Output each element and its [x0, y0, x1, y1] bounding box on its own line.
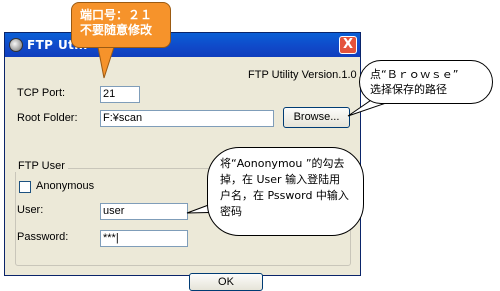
tcp-port-callout-text: 端口号：２１ 不要随意修改: [80, 8, 153, 37]
browse-callout-text: 点“Ｂｒｏｗｓｅ” 选择保存的路径: [370, 68, 459, 96]
browse-callout: 点“Ｂｒｏｗｓｅ” 选择保存的路径: [359, 60, 493, 104]
port-callout-tail: [97, 46, 115, 79]
tcp-port-callout: 端口号：２１ 不要随意修改: [71, 2, 171, 48]
user-callout: 将“Aononymou ”的勾去掉，在 User 输入登陆用户名，在 Psswo…: [207, 147, 364, 236]
user-callout-text: 将“Aononymou ”的勾去掉，在 User 输入登陆用户名，在 Psswo…: [220, 157, 349, 218]
